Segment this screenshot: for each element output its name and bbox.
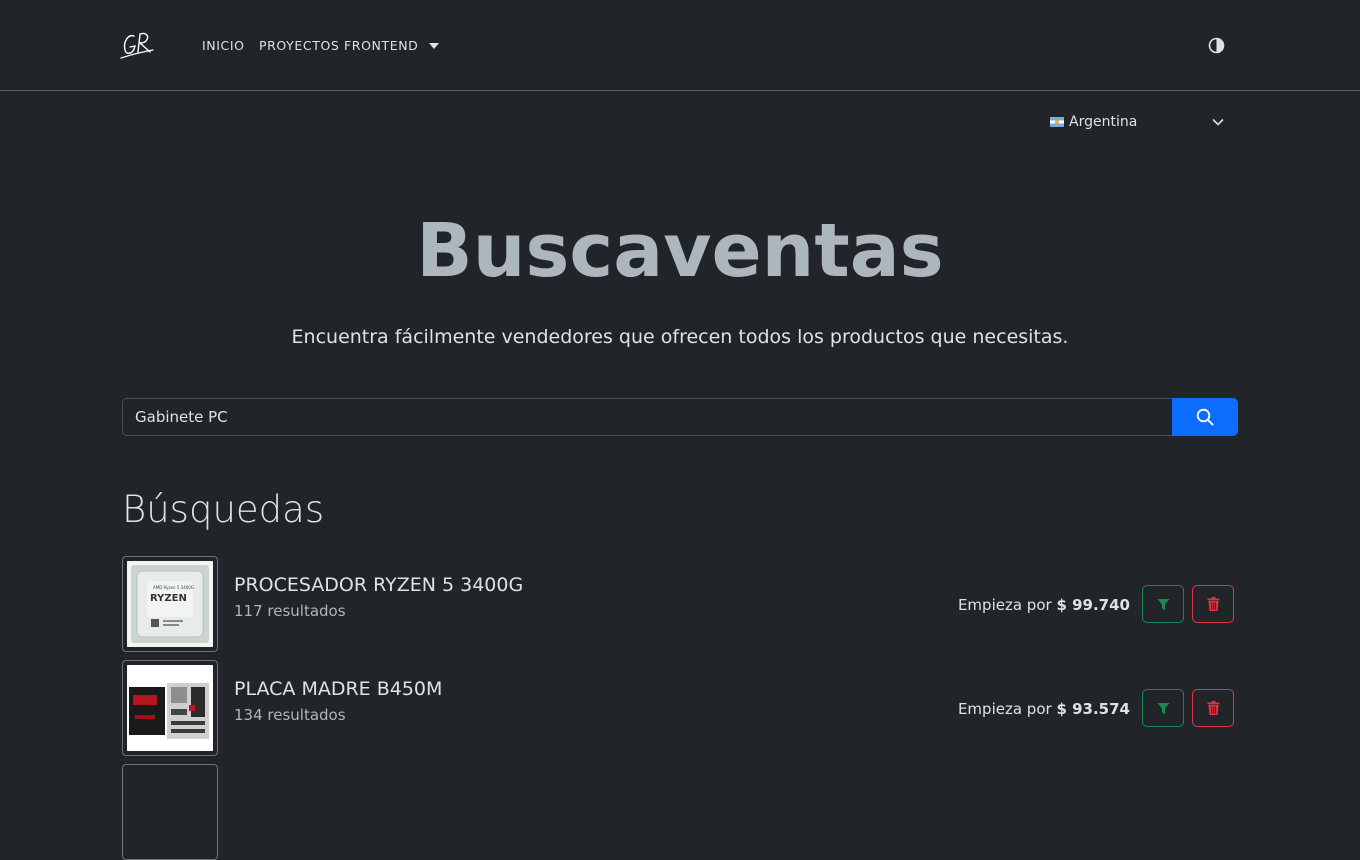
page-title: Buscaventas bbox=[416, 208, 944, 294]
search-input[interactable] bbox=[122, 398, 1172, 436]
result-title: PROCESADOR RYZEN 5 3400G bbox=[234, 574, 524, 596]
nav-inicio-link[interactable]: INICIO bbox=[202, 38, 245, 53]
product-thumbnail[interactable] bbox=[122, 764, 218, 860]
filter-button[interactable] bbox=[1142, 585, 1184, 623]
list-item: AMD Ryzen 5 3400G RYZEN PROCESADOR RYZEN… bbox=[122, 556, 1238, 652]
list-item bbox=[122, 764, 1238, 860]
search-button[interactable] bbox=[1172, 398, 1238, 436]
logo-icon bbox=[120, 32, 154, 59]
motherboard-image bbox=[127, 665, 213, 751]
filter-button[interactable] bbox=[1142, 689, 1184, 727]
half-circle-icon bbox=[1208, 37, 1225, 54]
price-value: $ 99.740 bbox=[1056, 596, 1130, 614]
filter-icon bbox=[1157, 702, 1169, 714]
delete-button[interactable] bbox=[1192, 689, 1234, 727]
svg-text:AMD Ryzen 5 3400G: AMD Ryzen 5 3400G bbox=[153, 585, 194, 590]
filter-icon bbox=[1157, 598, 1169, 610]
argentina-flag-icon bbox=[1050, 117, 1064, 127]
nav-proyectos-label: PROYECTOS FRONTEND bbox=[259, 38, 419, 53]
price-value: $ 93.574 bbox=[1056, 700, 1130, 718]
nav-proyectos-dropdown[interactable]: PROYECTOS FRONTEND bbox=[259, 38, 440, 53]
product-thumbnail[interactable] bbox=[122, 660, 218, 756]
delete-button[interactable] bbox=[1192, 585, 1234, 623]
search-group bbox=[122, 398, 1238, 436]
price-prefix: Empieza por bbox=[957, 700, 1052, 718]
result-title: PLACA MADRE B450M bbox=[234, 678, 443, 700]
result-count: 134 resultados bbox=[234, 706, 346, 724]
section-title: Búsquedas bbox=[122, 488, 325, 531]
trash-icon bbox=[1207, 597, 1219, 611]
list-item: PLACA MADRE B450M 134 resultados Empieza… bbox=[122, 660, 1238, 756]
svg-text:RYZEN: RYZEN bbox=[150, 593, 187, 604]
result-price: Empieza por $ 93.574 bbox=[958, 700, 1130, 718]
product-thumbnail[interactable]: AMD Ryzen 5 3400G RYZEN bbox=[122, 556, 218, 652]
caret-down-icon bbox=[429, 43, 440, 49]
price-prefix: Empieza por bbox=[957, 596, 1052, 614]
search-icon bbox=[1196, 408, 1214, 426]
theme-toggle-button[interactable] bbox=[1208, 37, 1225, 54]
result-count: 117 resultados bbox=[234, 602, 346, 620]
page-subtitle: Encuentra fácilmente vendedores que ofre… bbox=[291, 326, 1069, 348]
result-price: Empieza por $ 99.740 bbox=[958, 596, 1130, 614]
chevron-down-icon bbox=[1212, 119, 1224, 126]
navbar: INICIO PROYECTOS FRONTEND bbox=[0, 0, 1360, 91]
country-select-value: Argentina bbox=[1069, 114, 1138, 130]
ryzen-processor-image: AMD Ryzen 5 3400G RYZEN bbox=[127, 561, 213, 647]
logo[interactable] bbox=[120, 28, 156, 62]
country-select[interactable]: Argentina bbox=[1048, 110, 1228, 134]
trash-icon bbox=[1207, 701, 1219, 715]
